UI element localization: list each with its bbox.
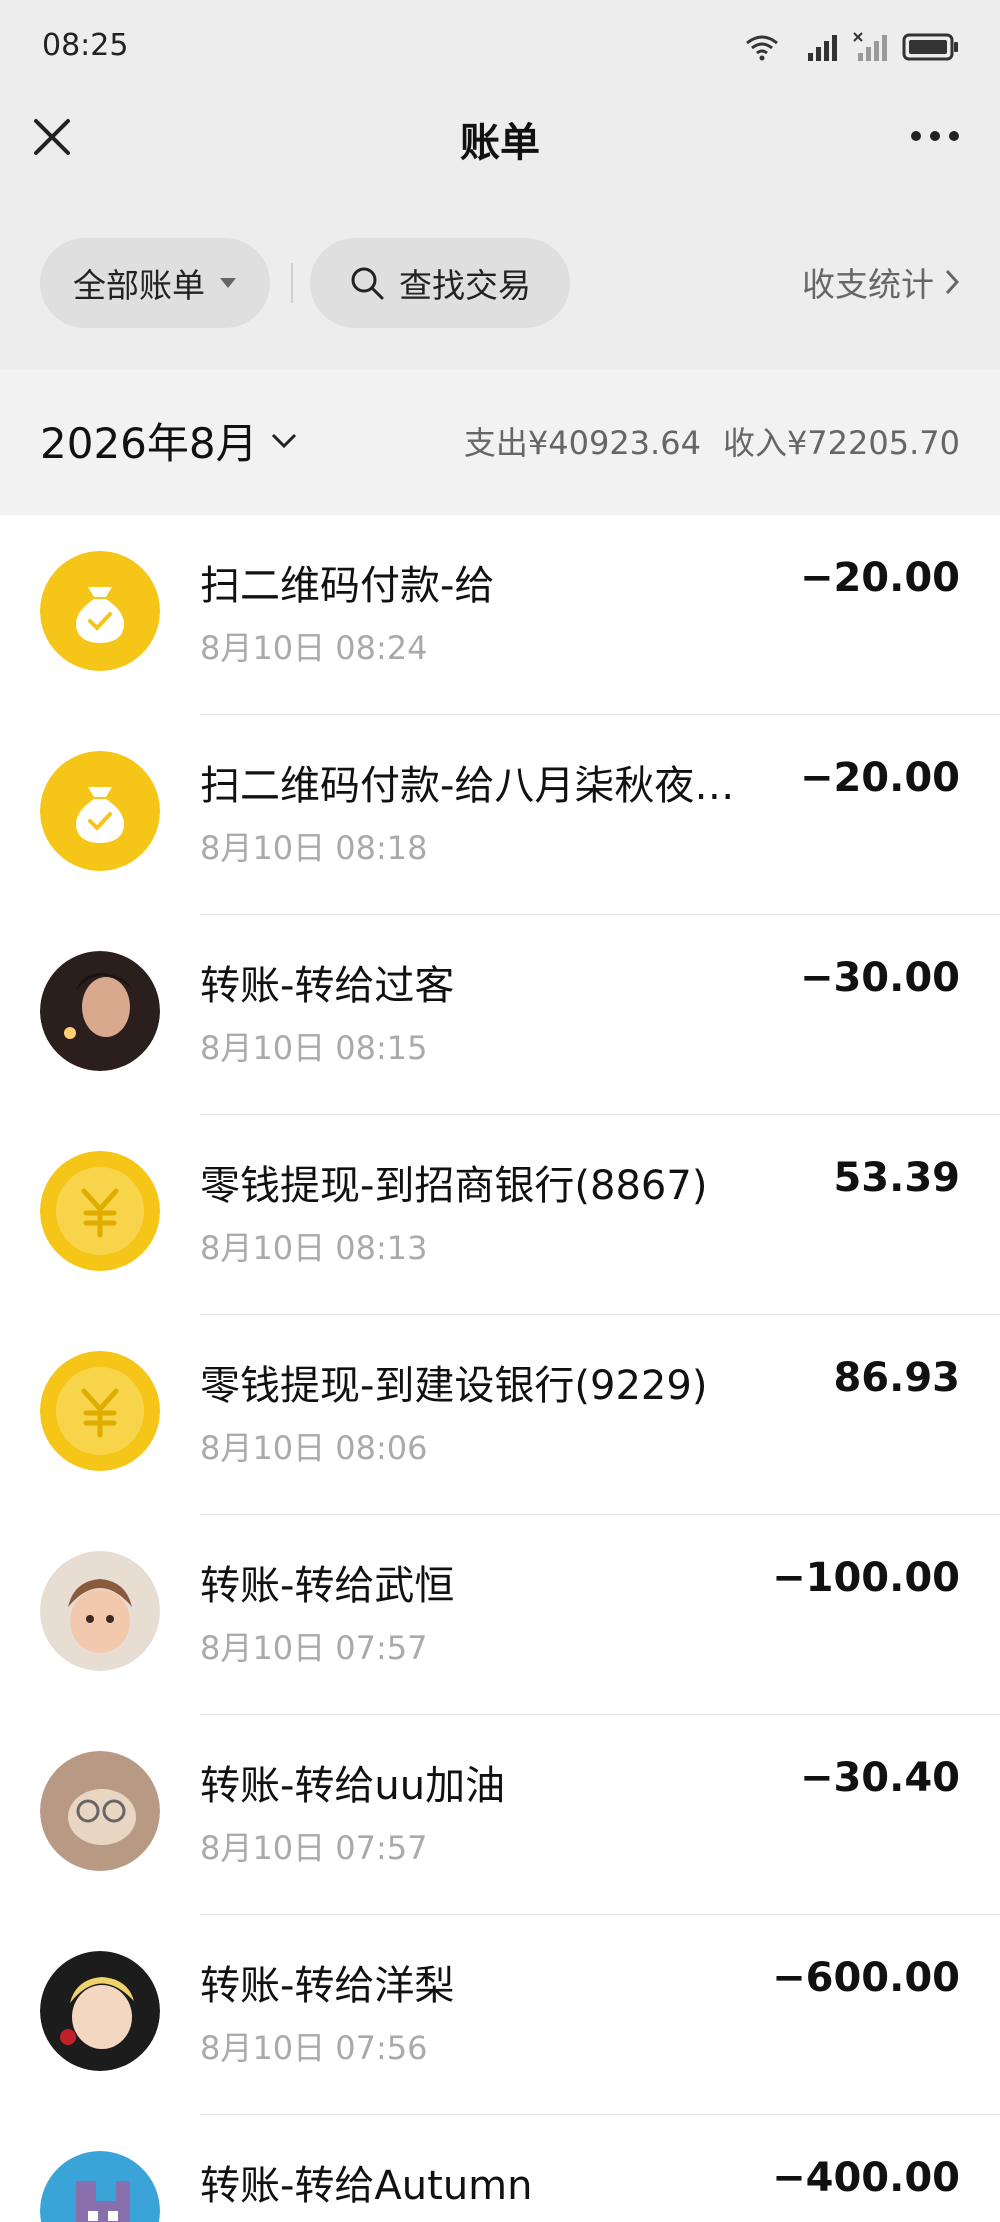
all-bills-filter-button[interactable]: 全部账单 (40, 238, 270, 328)
transaction-title: 扫二维码付款-给 (200, 563, 495, 609)
transaction-amount: −20.00 (799, 555, 960, 601)
header-area: 08:25 账单 全部账单 查找交易 收支统计 (0, 0, 1000, 370)
transaction-row[interactable]: 零钱提现-到建设银行(9229) 8月10日 08:06 86.93 (0, 1315, 1000, 1515)
transaction-title: 零钱提现-到建设银行(9229) (200, 1363, 708, 1409)
bill-page: 08:25 账单 全部账单 查找交易 收支统计 2026年8月 支出¥40923… (0, 0, 1000, 2222)
transaction-title: 转账-转给武恒 (200, 1563, 455, 1609)
transaction-time: 8月10日 08:24 (200, 629, 428, 667)
income-expense-stats-link[interactable]: 收支统计 (802, 258, 960, 306)
avatar (40, 1551, 160, 1671)
transaction-time: 8月10日 07:57 (200, 1629, 428, 1667)
transaction-row[interactable]: 零钱提现-到招商银行(8867) 8月10日 08:13 53.39 (0, 1115, 1000, 1315)
all-bills-label: 全部账单 (73, 266, 205, 305)
transaction-time: 8月10日 08:13 (200, 1229, 428, 1267)
yuan-coin-icon (40, 1151, 160, 1271)
transaction-amount: 86.93 (833, 1355, 960, 1401)
transaction-title: 扫二维码付款-给八月柒秋夜… (200, 763, 735, 809)
transaction-row[interactable]: 转账-转给uu加油 8月10日 07:57 −30.40 (0, 1715, 1000, 1915)
month-totals: 支出¥40923.64 收入¥72205.70 (464, 418, 960, 464)
stats-label: 收支统计 (802, 265, 934, 304)
transaction-time: 8月10日 08:18 (200, 829, 428, 867)
transaction-time: 8月10日 07:56 (200, 2029, 428, 2067)
transaction-amount: −20.00 (799, 755, 960, 801)
battery-icon (902, 33, 958, 61)
transaction-time: 8月10日 08:15 (200, 1029, 428, 1067)
transaction-amount: −30.40 (799, 1755, 960, 1801)
transaction-row[interactable]: 转账-转给Autumn −400.00 (0, 2115, 1000, 2222)
avatar (40, 1751, 160, 1871)
transaction-list: 扫二维码付款-给 8月10日 08:24 −20.00 扫二维码付款-给八月柒秋… (0, 515, 1000, 2222)
signal-5g-icon (808, 35, 837, 61)
status-bar-icons (744, 30, 960, 64)
avatar (40, 2151, 160, 2222)
expense-total: 支出¥40923.64 (463, 424, 701, 462)
status-time: 08:25 (42, 28, 129, 63)
month-selector[interactable]: 2026年8月 (40, 410, 298, 471)
avatar (40, 951, 160, 1071)
month-summary-bar: 2026年8月 支出¥40923.64 收入¥72205.70 (0, 370, 1000, 515)
chevron-down-icon (271, 433, 296, 448)
income-total: 收入¥72205.70 (722, 424, 960, 462)
filter-divider (291, 263, 293, 303)
money-bag-icon (40, 551, 160, 671)
transaction-amount: −600.00 (772, 1955, 960, 2001)
page-title: 账单 (460, 120, 540, 166)
wifi-icon (746, 35, 778, 61)
transaction-row[interactable]: 扫二维码付款-给 8月10日 08:24 −20.00 (0, 515, 1000, 715)
transaction-title: 转账-转给过客 (200, 963, 455, 1009)
search-icon (351, 267, 384, 300)
caret-down-icon (220, 278, 236, 288)
transaction-amount: −30.00 (799, 955, 960, 1001)
transaction-row[interactable]: 转账-转给武恒 8月10日 07:57 −100.00 (0, 1515, 1000, 1715)
transaction-row[interactable]: 转账-转给过客 8月10日 08:15 −30.00 (0, 915, 1000, 1115)
transaction-row[interactable]: 扫二维码付款-给八月柒秋夜… 8月10日 08:18 −20.00 (0, 715, 1000, 915)
transaction-row[interactable]: 转账-转给洋梨 8月10日 07:56 −600.00 (0, 1915, 1000, 2115)
more-icon[interactable] (910, 126, 960, 146)
transaction-title: 转账-转给洋梨 (200, 1963, 455, 2009)
transaction-amount: −400.00 (772, 2155, 960, 2201)
yuan-coin-icon (40, 1351, 160, 1471)
transaction-amount: −100.00 (772, 1555, 960, 1601)
transaction-title: 转账-转给Autumn (200, 2163, 533, 2209)
money-bag-icon (40, 751, 160, 871)
transaction-title: 转账-转给uu加油 (200, 1763, 506, 1809)
month-label: 2026年8月 (40, 419, 258, 468)
transaction-time: 8月10日 08:06 (200, 1429, 428, 1467)
transaction-title: 零钱提现-到招商银行(8867) (200, 1163, 708, 1209)
search-transactions-button[interactable]: 查找交易 (310, 238, 570, 328)
avatar (40, 1951, 160, 2071)
chevron-right-icon (945, 269, 960, 295)
signal-none-icon (853, 32, 887, 61)
search-transactions-label: 查找交易 (399, 266, 531, 305)
transaction-amount: 53.39 (833, 1155, 960, 1201)
transaction-time: 8月10日 07:57 (200, 1829, 428, 1867)
